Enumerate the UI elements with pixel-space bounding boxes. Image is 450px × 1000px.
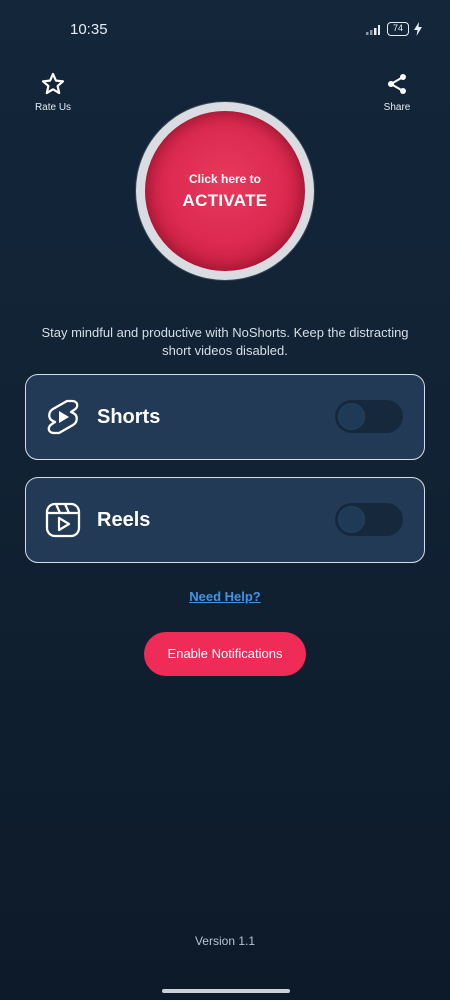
reels-toggle[interactable] [335,503,403,536]
reels-icon [45,502,81,538]
shorts-card: Shorts [25,374,425,460]
tagline: Stay mindful and productive with NoShort… [41,325,409,358]
signal-icon [366,25,380,35]
share-icon [388,74,406,94]
star-icon [41,72,65,95]
activate-title: ACTIVATE [182,190,268,210]
activate-button[interactable]: Click here to ACTIVATE [145,111,305,271]
activate-subtitle: Click here to [188,171,262,186]
status-time: 10:35 [70,21,108,38]
rate-us-label: Rate Us [34,102,72,113]
shorts-icon [47,399,79,435]
version-label: Version 1.1 [194,934,256,948]
reels-card: Reels [25,477,425,563]
reels-toggle-knob [338,506,365,533]
charging-icon [414,22,422,36]
status-bar: 10:35 74 [0,0,450,60]
share-button[interactable]: Share [367,72,427,113]
shorts-label: Shorts [97,406,161,428]
shorts-toggle-knob [338,403,365,430]
shorts-toggle[interactable] [335,400,403,433]
activate-ring: Click here to ACTIVATE [136,102,314,280]
need-help-link[interactable]: Need Help? [0,589,450,604]
share-label: Share [383,102,411,113]
reels-label: Reels [97,509,151,531]
rate-us-button[interactable]: Rate Us [23,72,83,113]
enable-notifications-button[interactable]: Enable Notifications [144,632,306,676]
home-indicator[interactable] [162,989,290,993]
battery-icon: 74 [387,22,409,36]
